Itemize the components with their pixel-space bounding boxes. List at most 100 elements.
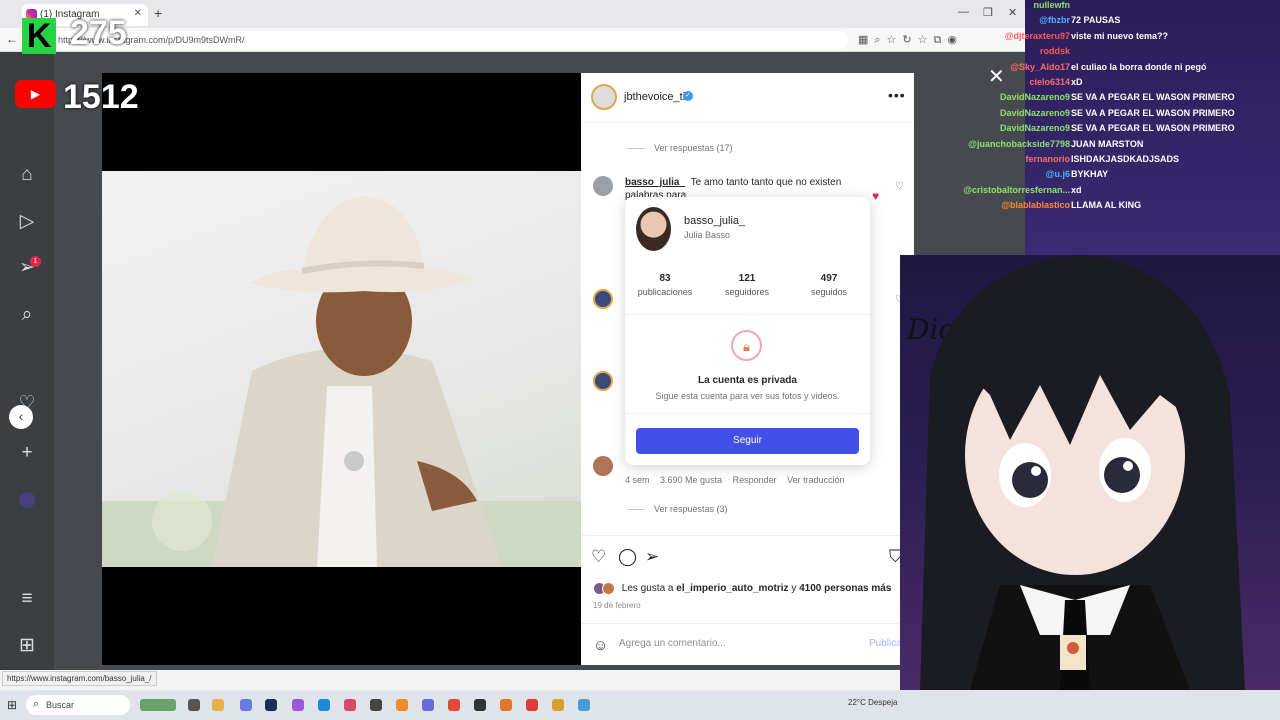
app-icon[interactable] [370,699,382,711]
start-icon[interactable]: ⊞ [7,698,17,712]
stat-label: publicaciones [637,287,693,297]
app-icon[interactable] [500,699,512,711]
liked-heart-icon: ♥ [872,189,880,203]
chat-username[interactable]: DavidNazareno9 [1000,92,1070,102]
like-icon[interactable]: ♡ [591,547,606,567]
chat-username[interactable]: nullewfn [1034,0,1071,10]
weather-widget[interactable]: 22°C Despeja [848,698,897,707]
address-bar-row: ← https://www.instagram.com/p/DU9m9tsDWm… [0,28,1025,52]
verified-badge-icon: ✓ [683,91,693,101]
chat-message: @djteraxteru97 viste mi nuevo tema?? [905,31,1280,45]
taskbar-search[interactable]: Buscar [26,695,130,715]
messages-badge: 1 [30,256,41,267]
comment-input[interactable]: Agrega un comentario... [619,638,726,649]
chat-username[interactable]: DavidNazareno9 [1000,108,1070,118]
commenter-avatar-2[interactable] [593,289,613,309]
liked-by-count[interactable]: 4100 personas más [799,583,891,594]
translate-link[interactable]: Ver traducción [787,475,845,485]
hovercard-divider [625,314,870,315]
file-explorer-icon[interactable] [212,699,224,711]
share-icon[interactable]: ➢ [645,547,659,567]
man-in-white-hat-illustration [102,196,581,567]
profile-avatar[interactable] [19,492,35,508]
edge-icon[interactable] [318,699,330,711]
chat-text: 72 PAUSAS [1071,15,1121,26]
chat-username[interactable]: @fbzbr [1039,15,1070,25]
commenter-avatar-3[interactable] [593,371,613,391]
app-icon[interactable] [344,699,356,711]
comment-icon[interactable]: ◯ [618,547,637,567]
follow-button[interactable]: Seguir [636,428,859,454]
chat-message: DavidNazareno9 SE VA A PEGAR EL WASON PRI… [905,123,1280,137]
comment-like-icon[interactable]: ♡ [895,181,904,192]
author-avatar[interactable] [591,84,617,110]
hovercard-username[interactable]: basso_julia_ [684,215,745,227]
chat-text: el culiao la borra donde ni pegó [1071,61,1207,72]
chat-text: viste mi nuevo tema?? [1071,30,1169,41]
chat-message: DavidNazareno9 SE VA A PEGAR EL WASON PRI… [905,108,1280,122]
search-icon[interactable]: ⌕ [16,304,38,326]
firefox-icon[interactable] [396,699,408,711]
home-icon[interactable]: ⌂ [16,164,38,186]
liked-by: Les gusta a el_imperio_auto_motriz y 410… [593,582,891,595]
stat-followers[interactable]: 121 seguidores [707,273,787,297]
chat-username[interactable]: cielo6314 [1029,77,1070,87]
create-icon[interactable]: + [16,442,38,464]
app-icon[interactable] [265,699,277,711]
app-icon[interactable] [292,699,304,711]
chat-text: LLAMA AL KING [1071,200,1142,211]
stat-number: 497 [820,273,838,284]
chat-message: DavidNazareno9 SE VA A PEGAR EL WASON PRI… [905,92,1280,106]
chat-text: ISHDAKJASDKADJSADS [1071,154,1180,164]
chat-username[interactable]: @juanchobackside7798 [968,139,1070,149]
tab-bar: (1) Instagram ✕ + — ❐ ✕ [0,0,1025,28]
chat-username[interactable]: @Sky_Aldo17 [1010,62,1070,72]
app-icon[interactable] [474,699,486,711]
app-icon[interactable] [578,699,590,711]
stat-label: seguidos [810,287,848,297]
stat-following[interactable]: 497 seguidos [789,273,869,297]
reply-link[interactable]: Responder [733,475,777,485]
app-icon[interactable] [240,699,252,711]
app-icon[interactable] [552,699,564,711]
chat-username[interactable]: @u.j6 [1046,169,1070,179]
comment-bar: ☺ Agrega un comentario... Publicar [581,623,914,665]
back-icon[interactable]: ← [6,32,18,46]
reels-icon[interactable]: ▷ [16,210,38,233]
more-icon[interactable]: ⊞ [16,634,38,657]
author-username[interactable]: jbthevoice_tir [624,91,689,103]
tab-close-icon[interactable]: ✕ [134,8,142,19]
new-tab-icon[interactable]: + [154,5,162,21]
widgets-icon[interactable] [140,699,176,711]
private-account-subtitle: Sigue esta cuenta para ver sus fotos y v… [655,391,840,401]
liked-by-user[interactable]: el_imperio_auto_motriz [676,583,788,594]
chat-text: xD [1071,77,1083,87]
hovercard-avatar[interactable] [636,207,671,251]
chat-text: SE VA A PEGAR EL WASON PRIMERO [1071,107,1235,118]
chat-username[interactable]: DavidNazareno9 [1000,123,1070,133]
previous-post-icon[interactable]: ‹ [9,405,33,429]
opera-icon[interactable] [526,699,538,711]
kick-viewer-count: 275 [70,14,127,52]
more-options-icon[interactable]: ••• [888,87,906,103]
chat-username[interactable]: @cristobaltorresfernan... [963,185,1070,195]
task-view-icon[interactable] [188,699,200,711]
comment-likes[interactable]: 3.690 Me gusta [660,475,722,485]
chat-username[interactable]: @blablablastico [1001,200,1070,210]
comment-username[interactable]: basso_julia_ [625,177,685,188]
emoji-icon[interactable]: ☺ [593,637,608,654]
commenter-avatar[interactable] [593,176,613,196]
view-replies-link-2[interactable]: Ver respuestas (3) [628,504,728,514]
chat-username[interactable]: roddsk [1040,46,1070,56]
url-field[interactable]: https://www.instagram.com/p/DU9m9tsDWmR/ [48,31,848,49]
chat-message: roddsk [905,46,1280,60]
chrome-icon[interactable] [448,699,460,711]
chat-username[interactable]: fernanorio [1025,154,1070,164]
app-icon[interactable] [422,699,434,711]
view-replies-link[interactable]: Ver respuestas (17) [628,143,733,153]
commenter-avatar-4[interactable] [593,456,613,476]
chat-text: BYKHAY [1071,169,1109,180]
chat-message: @u.j6 BYKHAY [905,169,1280,183]
chat-username[interactable]: @djteraxteru97 [1005,31,1070,41]
menu-icon[interactable]: ≡ [16,588,38,610]
